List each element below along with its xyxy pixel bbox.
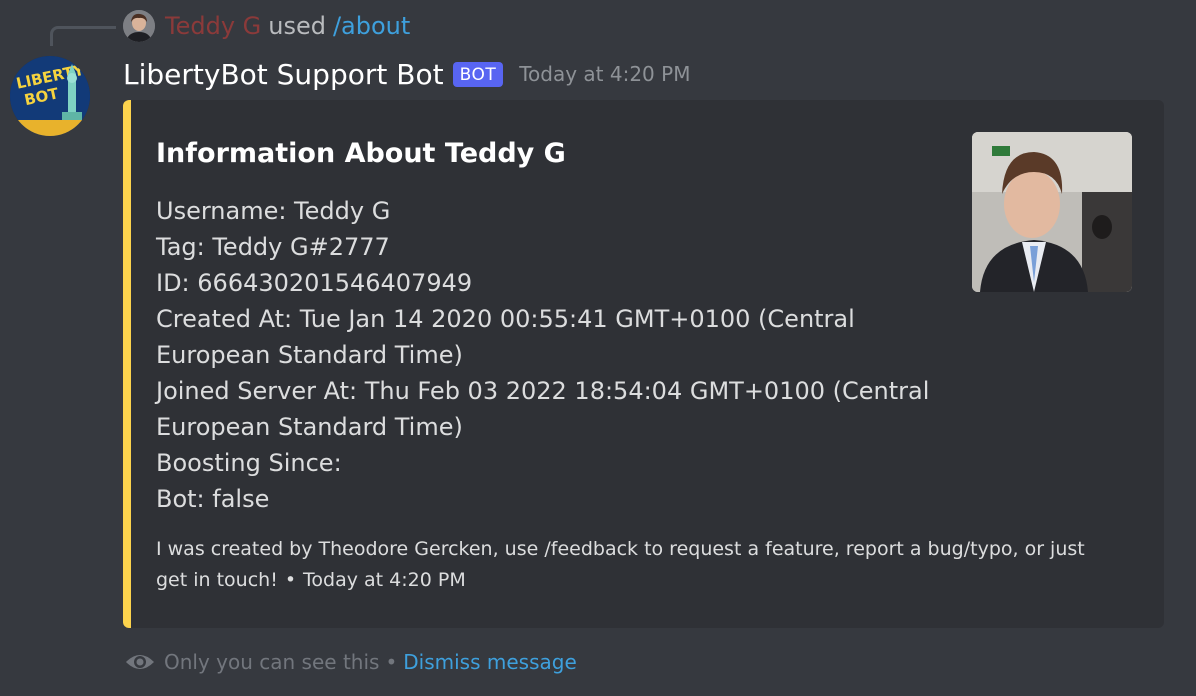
libertybot-logo-avatar[interactable]: LIBERTY BOT <box>10 56 90 136</box>
embed-card: Information About Teddy G Username: Tedd… <box>123 100 1164 628</box>
field-boosting-since: Boosting Since: <box>156 449 342 477</box>
reply-used-text: used <box>268 12 326 40</box>
reply-command-link[interactable]: /about <box>333 12 410 40</box>
ephemeral-text: Only you can see this <box>164 650 380 674</box>
user-profile-photo[interactable] <box>972 132 1132 292</box>
bot-username[interactable]: LibertyBot Support Bot <box>123 58 444 91</box>
embed-title: Information About Teddy G <box>156 138 566 169</box>
message-header: LibertyBot Support Bot BOT Today at 4:20… <box>123 54 690 94</box>
embed-fields: Username: Teddy G Tag: Teddy G#2777 ID: … <box>156 193 936 517</box>
reply-username[interactable]: Teddy G <box>165 12 261 40</box>
ephemeral-notice: Only you can see this • Dismiss message <box>124 648 577 676</box>
footer-timestamp: Today at 4:20 PM <box>303 569 466 591</box>
field-tag: Tag: Teddy G#2777 <box>156 233 390 261</box>
bot-badge: BOT <box>452 61 504 87</box>
chat-message: Teddy G used /about LIBERTY BOT LibertyB… <box>0 0 1196 696</box>
reply-context[interactable]: Teddy G used /about <box>123 10 410 42</box>
field-created-at-cont: European Standard Time) <box>156 341 463 369</box>
field-joined-server-at-cont: European Standard Time) <box>156 413 463 441</box>
field-created-at: Created At: Tue Jan 14 2020 00:55:41 GMT… <box>156 305 855 333</box>
eye-icon <box>126 655 154 669</box>
dismiss-message-link[interactable]: Dismiss message <box>403 650 577 674</box>
user-photo-avatar[interactable] <box>123 10 155 42</box>
embed-footer: I was created by Theodore Gercken, use /… <box>156 534 1116 596</box>
message-timestamp[interactable]: Today at 4:20 PM <box>519 62 690 86</box>
footer-separator: • <box>284 569 297 591</box>
field-username: Username: Teddy G <box>156 197 391 225</box>
reply-connector-line <box>50 26 116 46</box>
field-bot: Bot: false <box>156 485 270 513</box>
ephemeral-separator: • <box>385 650 398 674</box>
field-id: ID: 666430201546407949 <box>156 269 473 297</box>
field-joined-server-at: Joined Server At: Thu Feb 03 2022 18:54:… <box>156 377 930 405</box>
